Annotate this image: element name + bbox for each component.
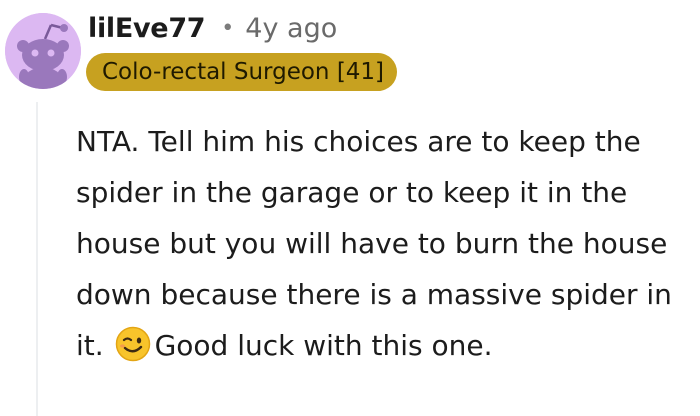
snoo-avatar-icon xyxy=(5,13,81,89)
comment-text-end: Good luck with this one. xyxy=(154,329,493,362)
comment-text: NTA. Tell him his choices are to keep th… xyxy=(76,116,686,371)
comment-timestamp[interactable]: 4y ago xyxy=(245,13,337,44)
avatar[interactable] xyxy=(5,13,81,89)
author-username[interactable]: lilEve77 xyxy=(88,13,206,44)
winking-face-icon xyxy=(115,326,150,362)
user-flair: Colo-rectal Surgeon [41] xyxy=(86,53,398,91)
comment-text-main: NTA. Tell him his choices are to keep th… xyxy=(76,125,672,362)
separator-dot: • xyxy=(221,15,235,41)
comment-body: NTA. Tell him his choices are to keep th… xyxy=(76,116,686,371)
thread-line[interactable] xyxy=(36,102,38,416)
comment-header: lilEve77 • 4y ago xyxy=(88,8,337,48)
